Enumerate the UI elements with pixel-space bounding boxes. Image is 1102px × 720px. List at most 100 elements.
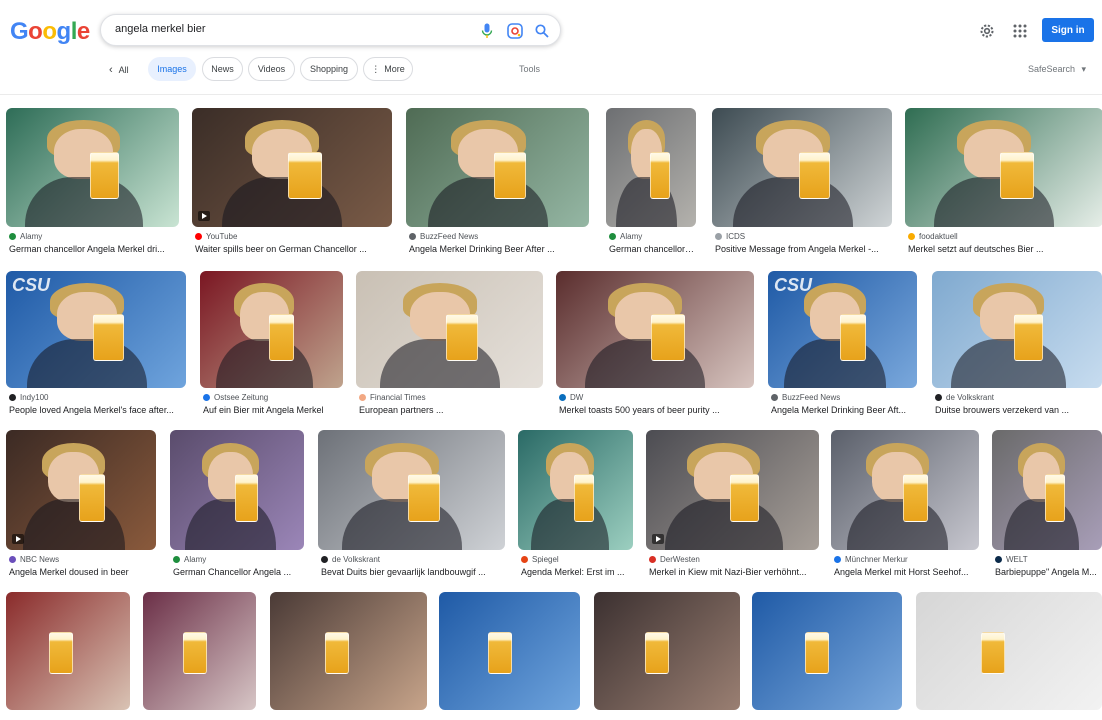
search-box[interactable]: angela merkel bier	[100, 14, 561, 46]
result-title[interactable]: Barbiepuppe" Angela M...	[995, 567, 1101, 577]
result-source[interactable]: DerWesten	[649, 555, 700, 564]
result-source[interactable]: Financial Times	[359, 393, 426, 402]
result-thumbnail[interactable]	[916, 592, 1102, 710]
result-source[interactable]: de Volkskrant	[321, 555, 380, 564]
google-logo[interactable]: Google	[10, 18, 90, 46]
tab-more[interactable]: ⋮ More	[363, 57, 413, 81]
result-title[interactable]: Positive Message from Angela Merkel -...	[715, 244, 891, 254]
result-source[interactable]: BuzzFeed News	[409, 232, 478, 241]
image-result[interactable]	[143, 592, 256, 710]
result-source[interactable]: Indy100	[9, 393, 48, 402]
result-source[interactable]: Münchner Merkur	[834, 555, 908, 564]
result-source[interactable]: foodaktuell	[908, 232, 958, 241]
image-result[interactable]: Münchner Merkur Angela Merkel mit Horst S…	[831, 430, 979, 590]
result-title[interactable]: Angela Merkel mit Horst Seehof...	[834, 567, 978, 577]
image-result[interactable]: de Volkskrant Duitse brouwers verzekerd v…	[932, 271, 1102, 428]
result-thumbnail[interactable]	[556, 271, 754, 388]
result-thumbnail[interactable]	[439, 592, 580, 710]
result-thumbnail[interactable]: CSU	[768, 271, 917, 388]
result-source[interactable]: Ostsee Zeitung	[203, 393, 268, 402]
result-source[interactable]: Spiegel	[521, 555, 559, 564]
result-thumbnail[interactable]	[905, 108, 1102, 227]
result-thumbnail[interactable]	[6, 108, 179, 227]
result-thumbnail[interactable]: CSU	[6, 271, 186, 388]
result-thumbnail[interactable]	[143, 592, 256, 710]
image-result[interactable]: Alamy German chancellor ...	[606, 108, 696, 267]
image-result[interactable]: CSU Indy100 People loved Angela Merkel's f…	[6, 271, 186, 428]
result-thumbnail[interactable]	[594, 592, 740, 710]
result-thumbnail[interactable]	[270, 592, 427, 710]
image-result[interactable]: YouTube Waiter spills beer on German Chan…	[192, 108, 392, 267]
result-source[interactable]: BuzzFeed News	[771, 393, 840, 402]
image-result[interactable]	[270, 592, 427, 710]
result-title[interactable]: Bevat Duits bier gevaarlijk landbouwgif …	[321, 567, 504, 577]
tab-news[interactable]: News	[202, 57, 243, 81]
result-title[interactable]: Merkel setzt auf deutsches Bier ...	[908, 244, 1102, 254]
result-thumbnail[interactable]	[318, 430, 505, 550]
result-title[interactable]: People loved Angela Merkel's face after.…	[9, 405, 185, 415]
result-title[interactable]: Waiter spills beer on German Chancellor …	[195, 244, 391, 254]
image-result[interactable]	[594, 592, 740, 710]
result-title[interactable]: German chancellor ...	[609, 244, 695, 254]
result-source[interactable]: YouTube	[195, 232, 237, 241]
result-thumbnail[interactable]	[170, 430, 304, 550]
result-source[interactable]: NBC News	[9, 555, 59, 564]
result-source[interactable]: de Volkskrant	[935, 393, 994, 402]
result-thumbnail[interactable]	[356, 271, 543, 388]
image-result[interactable]: ICDS Positive Message from Angela Merkel …	[712, 108, 892, 267]
result-thumbnail[interactable]	[932, 271, 1102, 388]
result-thumbnail[interactable]	[752, 592, 902, 710]
search-input[interactable]: angela merkel bier	[115, 23, 206, 35]
image-result[interactable]	[6, 592, 130, 710]
result-title[interactable]: Merkel in Kiew mit Nazi-Bier verhöhnt...	[649, 567, 818, 577]
result-thumbnail[interactable]	[992, 430, 1102, 550]
result-title[interactable]: Agenda Merkel: Erst im ...	[521, 567, 632, 577]
tools-button[interactable]: Tools	[519, 64, 540, 74]
search-icon[interactable]	[533, 22, 551, 40]
result-thumbnail[interactable]	[6, 430, 156, 550]
result-source[interactable]: WELT	[995, 555, 1028, 564]
image-result[interactable]: BuzzFeed News Angela Merkel Drinking Beer…	[406, 108, 589, 267]
tab-videos[interactable]: Videos	[248, 57, 295, 81]
image-result[interactable]: WELT Barbiepuppe" Angela M...	[992, 430, 1102, 590]
result-thumbnail[interactable]	[200, 271, 343, 388]
image-result[interactable]: Financial Times European partners ...	[356, 271, 543, 428]
image-result[interactable]: Alamy German chancellor Angela Merkel dri…	[6, 108, 179, 267]
settings-gear-icon[interactable]	[978, 22, 996, 40]
image-result[interactable]: CSU BuzzFeed News Angela Merkel Drinking B…	[768, 271, 917, 428]
result-title[interactable]: German chancellor Angela Merkel dri...	[9, 244, 178, 254]
image-result[interactable]: Spiegel Agenda Merkel: Erst im ...	[518, 430, 633, 590]
microphone-icon[interactable]	[478, 22, 496, 40]
result-title[interactable]: Angela Merkel Drinking Beer After ...	[409, 244, 588, 254]
tab-images[interactable]: Images	[148, 57, 196, 81]
result-thumbnail[interactable]	[712, 108, 892, 227]
result-source[interactable]: DW	[559, 393, 583, 402]
lens-icon[interactable]	[506, 22, 524, 40]
image-result[interactable]	[916, 592, 1102, 710]
result-title[interactable]: Angela Merkel doused in beer	[9, 567, 155, 577]
result-source[interactable]: Alamy	[609, 232, 642, 241]
result-thumbnail[interactable]	[831, 430, 979, 550]
result-title[interactable]: German Chancellor Angela ...	[173, 567, 303, 577]
result-thumbnail[interactable]	[192, 108, 392, 227]
tab-all[interactable]: ‹ All	[109, 57, 129, 83]
apps-grid-icon[interactable]	[1011, 22, 1029, 40]
sign-in-button[interactable]: Sign in	[1042, 18, 1094, 42]
image-result[interactable]: Alamy German Chancellor Angela ...	[170, 430, 304, 590]
result-title[interactable]: Duitse brouwers verzekerd van ...	[935, 405, 1101, 415]
result-source[interactable]: Alamy	[9, 232, 42, 241]
image-result[interactable]: de Volkskrant Bevat Duits bier gevaarlijk…	[318, 430, 505, 590]
result-title[interactable]: Merkel toasts 500 years of beer purity .…	[559, 405, 753, 415]
result-thumbnail[interactable]	[406, 108, 589, 227]
result-title[interactable]: Auf ein Bier mit Angela Merkel	[203, 405, 342, 415]
result-title[interactable]: Angela Merkel Drinking Beer Aft...	[771, 405, 916, 415]
image-result[interactable]: DW Merkel toasts 500 years of beer purity…	[556, 271, 754, 428]
result-thumbnail[interactable]	[606, 108, 696, 227]
result-source[interactable]: Alamy	[173, 555, 206, 564]
result-title[interactable]: European partners ...	[359, 405, 542, 415]
tab-shopping[interactable]: Shopping	[300, 57, 358, 81]
image-result[interactable]: foodaktuell Merkel setzt auf deutsches Bi…	[905, 108, 1102, 267]
result-thumbnail[interactable]	[6, 592, 130, 710]
result-thumbnail[interactable]	[518, 430, 633, 550]
image-result[interactable]: Ostsee Zeitung Auf ein Bier mit Angela Me…	[200, 271, 343, 428]
